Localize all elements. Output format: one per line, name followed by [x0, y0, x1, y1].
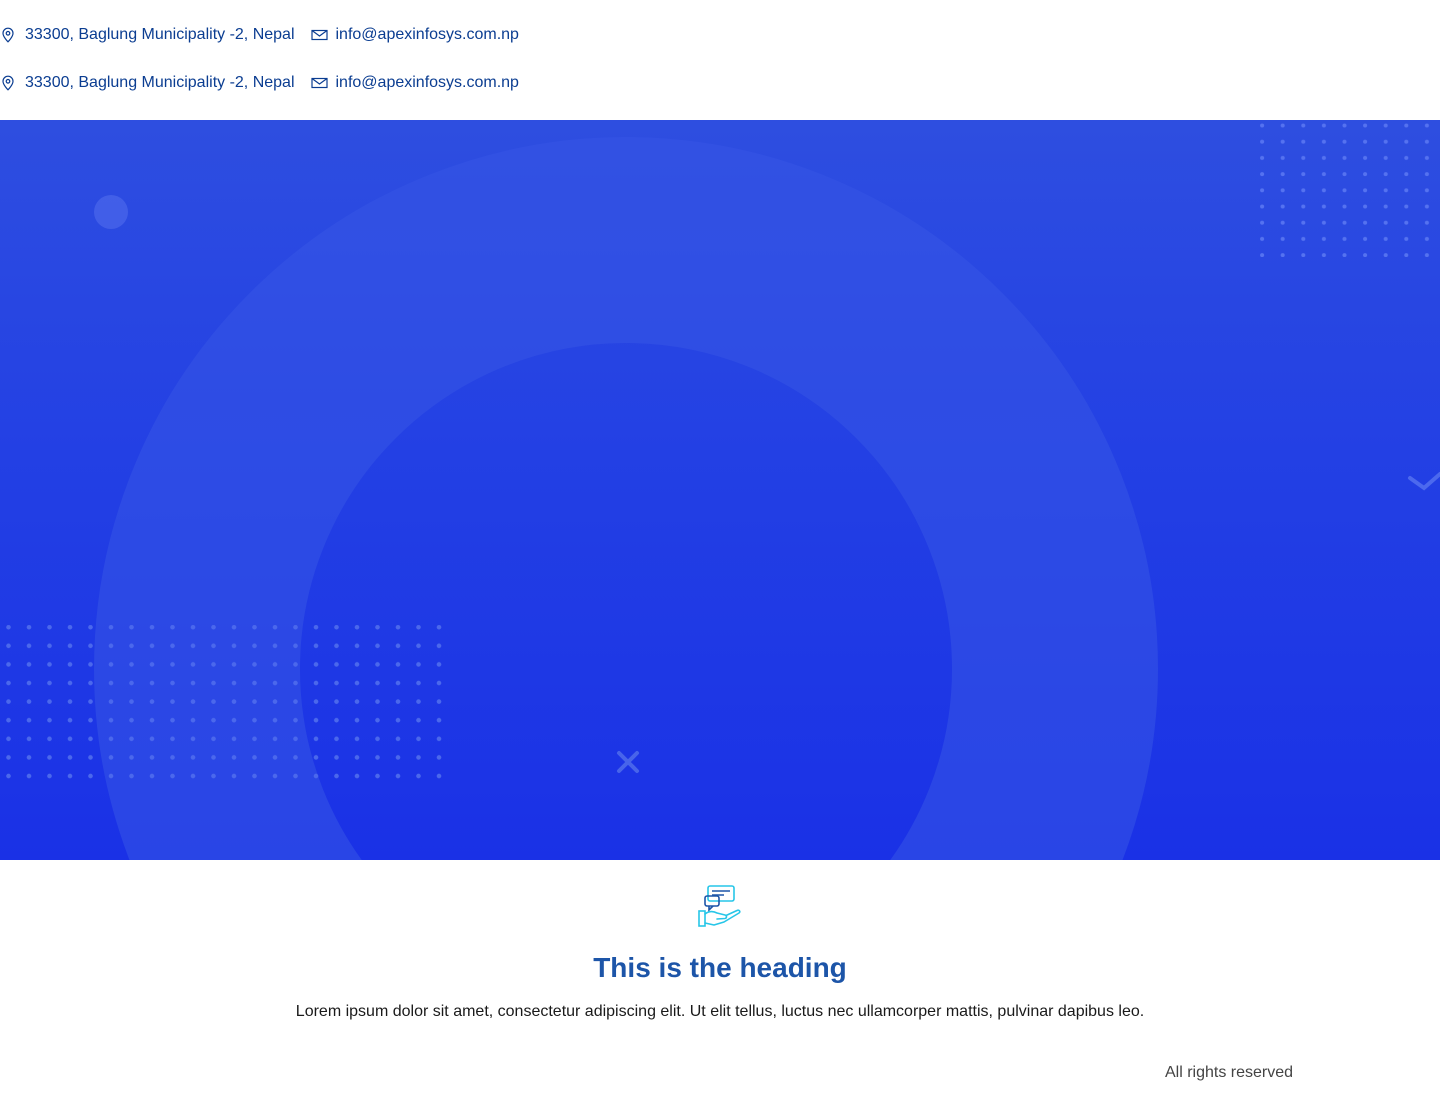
hand-chat-icon — [696, 882, 744, 930]
envelope-icon — [310, 75, 328, 91]
email-item[interactable]: info@apexinfosys.com.np — [310, 26, 519, 44]
hero-banner — [0, 120, 1440, 860]
map-pin-icon — [0, 75, 16, 91]
dot-grid-left — [0, 625, 442, 780]
email-link[interactable]: info@apexinfosys.com.np — [336, 26, 519, 44]
feature-section: This is the heading Lorem ipsum dolor si… — [0, 860, 1440, 1102]
hero-decoration — [0, 120, 1440, 860]
check-shape — [1408, 472, 1440, 491]
envelope-icon — [310, 27, 328, 43]
address-text: 33300, Baglung Municipality -2, Nepal — [25, 26, 295, 43]
email-link[interactable]: info@apexinfosys.com.np — [336, 74, 519, 92]
cross-shape — [617, 751, 639, 773]
address-text: 33300, Baglung Municipality -2, Nepal — [25, 74, 295, 91]
dot-grid-right — [1248, 120, 1440, 257]
address-item: 33300, Baglung Municipality -2, Nepal — [0, 74, 295, 92]
feature-heading: This is the heading — [593, 952, 847, 983]
small-circle-shape — [94, 195, 128, 229]
copyright-text: All rights reserved — [1165, 1064, 1294, 1081]
contact-info-row: 33300, Baglung Municipality -2, Nepal in… — [0, 71, 519, 95]
address-item: 33300, Baglung Municipality -2, Nepal — [0, 26, 295, 44]
contact-info-row: 33300, Baglung Municipality -2, Nepal in… — [0, 23, 519, 47]
top-bar: 33300, Baglung Municipality -2, Nepal in… — [0, 0, 1440, 120]
email-item[interactable]: info@apexinfosys.com.np — [310, 74, 519, 92]
feature-description: Lorem ipsum dolor sit amet, consectetur … — [295, 1003, 1145, 1020]
map-pin-icon — [0, 27, 16, 43]
